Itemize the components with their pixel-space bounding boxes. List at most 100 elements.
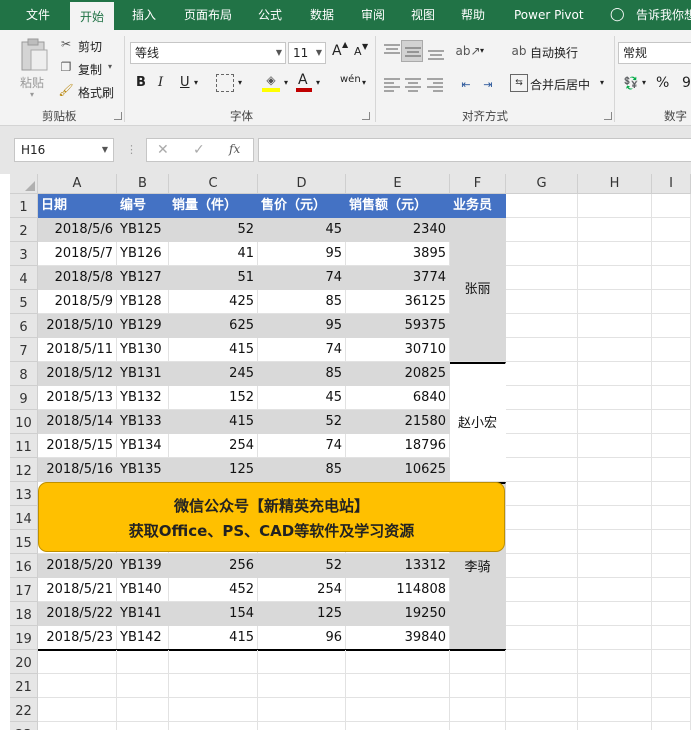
table-cell[interactable]: 52 [169,218,258,242]
borders-icon[interactable] [216,74,234,92]
tab-home[interactable]: 开始 [70,2,115,30]
table-cell[interactable]: YB141 [117,602,169,626]
table-cell[interactable]: 45 [258,218,346,242]
table-cell[interactable]: 2018/5/15 [38,434,117,458]
empty-cell[interactable] [652,290,691,314]
table-cell[interactable]: 85 [258,458,346,482]
empty-cell[interactable] [652,578,691,602]
table-cell[interactable]: 2018/5/20 [38,554,117,578]
empty-cell[interactable] [506,626,578,650]
empty-cell[interactable] [258,674,346,698]
table-cell[interactable]: YB133 [117,410,169,434]
empty-cell[interactable] [506,650,578,674]
table-cell[interactable]: 256 [169,554,258,578]
copy-button[interactable]: 复制 [78,61,102,78]
select-all-corner[interactable] [10,174,38,194]
table-cell[interactable]: 254 [258,578,346,602]
empty-cell[interactable] [506,194,578,218]
row-header-5[interactable]: 5 [10,290,38,314]
align-bottom-icon[interactable] [426,44,446,62]
table-cell[interactable]: 3774 [346,266,450,290]
table-cell[interactable]: 95 [258,314,346,338]
sales-rep-merged-cell[interactable]: 张丽 [450,218,506,362]
empty-cell[interactable] [578,290,652,314]
table-cell[interactable]: YB128 [117,290,169,314]
empty-cell[interactable] [506,722,578,730]
empty-cell[interactable] [346,674,450,698]
table-cell[interactable]: 95 [258,242,346,266]
empty-cell[interactable] [117,674,169,698]
tab-file[interactable]: 文件 [26,0,50,30]
row-header-1[interactable]: 1 [10,194,38,218]
table-cell[interactable]: 20825 [346,362,450,386]
table-cell[interactable]: YB126 [117,242,169,266]
table-cell[interactable]: 2018/5/23 [38,626,117,650]
fill-color-dropdown-icon[interactable]: ▾ [284,78,288,87]
empty-cell[interactable] [578,674,652,698]
copy-dropdown-icon[interactable]: ▾ [108,62,112,71]
empty-cell[interactable] [38,722,117,730]
empty-cell[interactable] [652,386,691,410]
empty-cell[interactable] [506,674,578,698]
empty-cell[interactable] [652,722,691,730]
bold-button[interactable]: B [136,75,146,90]
empty-cell[interactable] [506,386,578,410]
table-cell[interactable]: 51 [169,266,258,290]
orientation-dropdown-icon[interactable]: ▾ [480,46,484,55]
empty-cell[interactable] [506,410,578,434]
empty-cell[interactable] [506,434,578,458]
table-cell[interactable]: 2018/5/12 [38,362,117,386]
row-header-18[interactable]: 18 [10,602,38,626]
comma-button[interactable]: 9 [682,75,691,91]
table-cell[interactable]: YB135 [117,458,169,482]
table-header-cell[interactable]: 销售额（元） [346,194,450,218]
enter-check-icon[interactable]: ✓ [193,142,205,158]
empty-cell[interactable] [506,458,578,482]
paste-button[interactable]: 粘贴 ▾ [16,36,52,100]
format-painter-button[interactable]: 格式刷 [78,84,114,101]
table-cell[interactable]: YB130 [117,338,169,362]
tab-data[interactable]: 数据 [310,0,334,30]
font-color-dropdown-icon[interactable]: ▾ [316,78,320,87]
row-header-7[interactable]: 7 [10,338,38,362]
row-header-2[interactable]: 2 [10,218,38,242]
column-header-F[interactable]: F [450,174,506,194]
name-box[interactable]: H16 ▼ [14,138,114,162]
empty-cell[interactable] [506,506,578,530]
empty-cell[interactable] [506,698,578,722]
underline-button[interactable]: U [180,75,190,90]
shrink-font-button[interactable]: A [354,45,362,58]
empty-cell[interactable] [506,482,578,506]
wrap-text-button[interactable]: 自动换行 [530,44,578,61]
font-size-select[interactable]: 11 ▼ [288,42,326,64]
align-left-icon[interactable] [382,76,402,94]
empty-cell[interactable] [652,266,691,290]
align-center-icon[interactable] [403,76,423,94]
empty-cell[interactable] [578,386,652,410]
empty-cell[interactable] [258,722,346,730]
font-color-button[interactable]: A [298,72,308,88]
table-cell[interactable]: YB131 [117,362,169,386]
tab-insert[interactable]: 插入 [132,0,156,30]
table-cell[interactable]: 3895 [346,242,450,266]
table-header-cell[interactable]: 销量（件） [169,194,258,218]
table-cell[interactable]: 52 [258,554,346,578]
empty-cell[interactable] [652,458,691,482]
empty-cell[interactable] [578,458,652,482]
table-cell[interactable]: 45 [258,386,346,410]
empty-cell[interactable] [652,650,691,674]
italic-button[interactable]: I [158,75,163,90]
empty-cell[interactable] [578,218,652,242]
table-cell[interactable]: YB134 [117,434,169,458]
merge-dropdown-icon[interactable]: ▾ [600,78,604,87]
table-cell[interactable]: YB127 [117,266,169,290]
align-top-icon[interactable] [382,42,402,60]
empty-cell[interactable] [169,674,258,698]
tell-me-search[interactable]: 告诉我你想 [636,0,691,30]
table-cell[interactable]: 36125 [346,290,450,314]
row-header-4[interactable]: 4 [10,266,38,290]
table-cell[interactable]: 74 [258,338,346,362]
table-cell[interactable]: YB142 [117,626,169,650]
empty-cell[interactable] [578,434,652,458]
underline-dropdown-icon[interactable]: ▾ [194,78,198,87]
